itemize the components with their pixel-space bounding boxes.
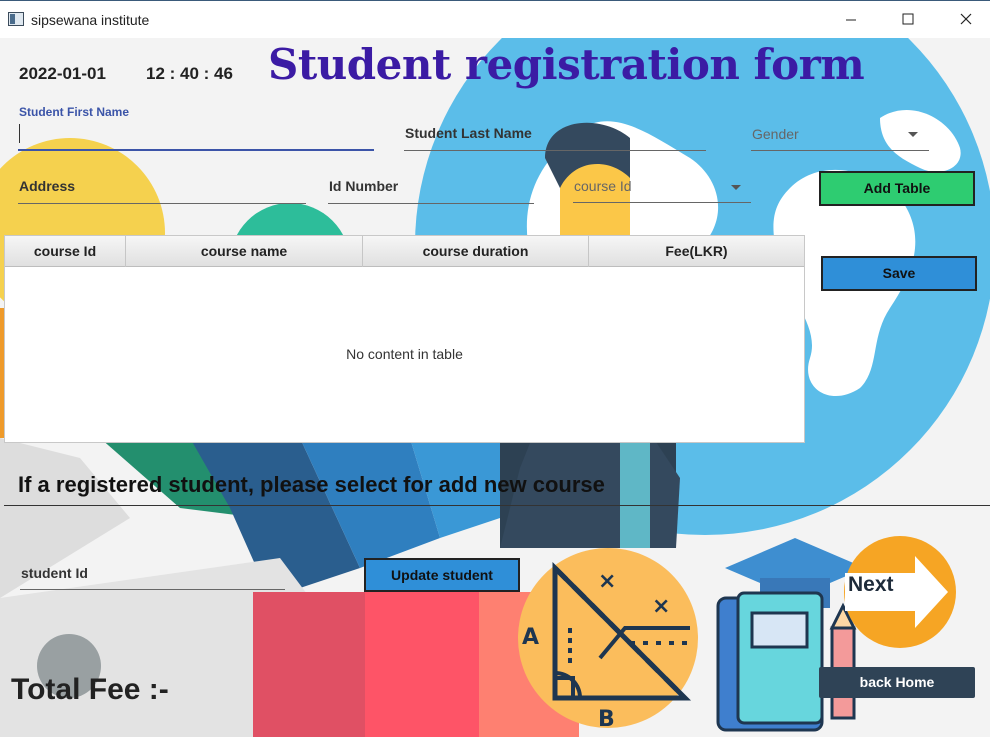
minimize-button[interactable]	[827, 1, 875, 38]
course-id-select-label: course Id	[574, 178, 632, 194]
back-home-button[interactable]: back Home	[819, 667, 975, 698]
window-title: sipsewana institute	[31, 12, 150, 28]
first-name-underline	[18, 149, 374, 151]
svg-text:×: ×	[652, 594, 670, 619]
current-time: 12 : 40 : 46	[146, 64, 233, 83]
gender-select-label: Gender	[752, 126, 799, 142]
column-course-id[interactable]: course Id	[5, 236, 126, 267]
title-bar: sipsewana institute	[0, 0, 990, 38]
app-icon	[8, 12, 24, 26]
last-name-field[interactable]: Student Last Name	[405, 125, 532, 141]
svg-text:B: B	[598, 707, 615, 732]
save-button[interactable]: Save	[821, 256, 977, 291]
id-number-field[interactable]: Id Number	[329, 178, 398, 194]
course-table-header: course Id course name course duration Fe…	[5, 236, 804, 267]
last-name-underline	[404, 150, 706, 151]
form-canvas: × × A B 2022-01-01 12 : 40 : 46 Student …	[0, 38, 990, 737]
add-table-button[interactable]: Add Table	[819, 171, 975, 206]
gender-underline	[751, 150, 929, 151]
id-number-underline	[328, 203, 534, 204]
total-fee-label: Total Fee :-	[11, 673, 169, 706]
column-fee[interactable]: Fee(LKR)	[589, 236, 804, 267]
text-caret	[19, 124, 20, 143]
book-graduation-icon	[716, 538, 865, 732]
close-button[interactable]	[942, 1, 990, 38]
svg-text:A: A	[522, 625, 539, 650]
table-empty-message: No content in table	[346, 346, 463, 362]
first-name-field[interactable]	[17, 118, 375, 152]
minimize-icon	[846, 19, 856, 21]
column-course-name[interactable]: course name	[126, 236, 363, 267]
column-course-duration[interactable]: course duration	[363, 236, 589, 267]
gender-select[interactable]: Gender	[751, 120, 929, 152]
course-table[interactable]: course Id course name course duration Fe…	[4, 235, 805, 443]
address-underline	[18, 203, 306, 204]
update-student-button[interactable]: Update student	[364, 558, 520, 592]
registered-student-prompt: If a registered student, please select f…	[18, 472, 605, 497]
course-id-underline	[573, 202, 751, 203]
section-divider	[4, 505, 990, 506]
current-date: 2022-01-01	[19, 64, 106, 83]
first-name-label: Student First Name	[19, 105, 130, 119]
address-field[interactable]: Address	[19, 178, 75, 194]
maximize-icon	[902, 13, 914, 25]
page-title: Student registration form	[268, 40, 865, 89]
chevron-down-icon	[908, 132, 918, 137]
chevron-down-icon	[731, 185, 741, 190]
student-id-underline	[20, 589, 285, 590]
course-id-select[interactable]: course Id	[573, 171, 751, 203]
student-id-field[interactable]: student Id	[21, 565, 88, 581]
next-button[interactable]: Next	[848, 573, 894, 597]
maximize-button[interactable]	[884, 1, 932, 38]
close-icon	[960, 13, 972, 25]
svg-text:×: ×	[598, 569, 616, 594]
